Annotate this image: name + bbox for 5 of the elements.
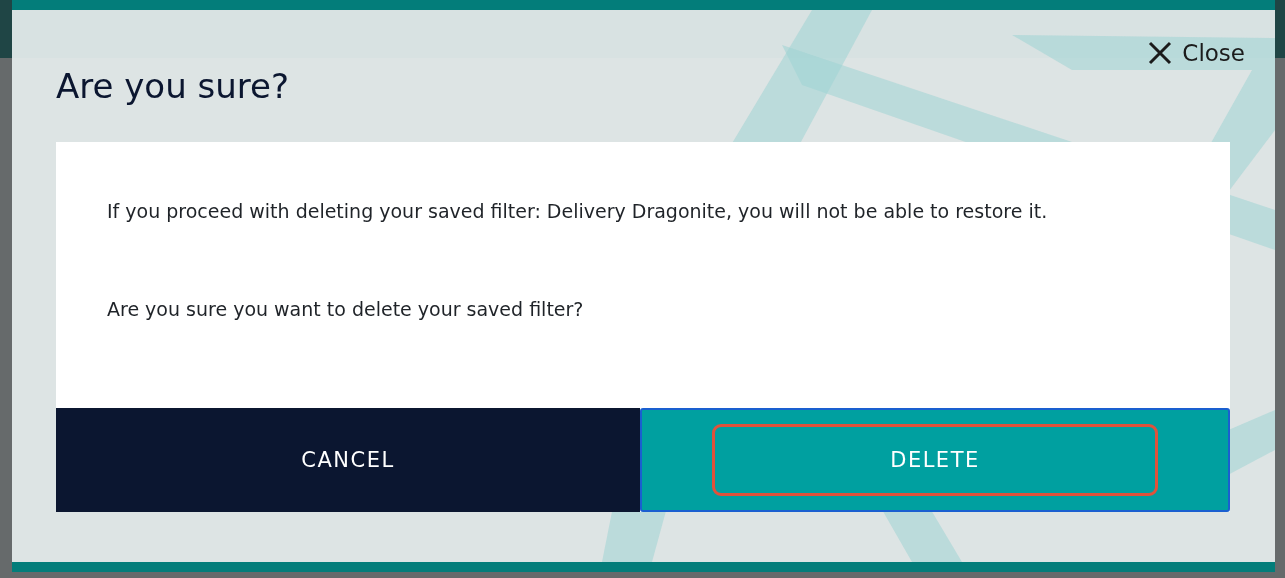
dialog-message: If you proceed with deleting your saved filter: Delivery Dragonite, you will not be able to restore it. bbox=[107, 200, 1049, 222]
dialog-message: Are you sure you want to delete your saved filter? bbox=[107, 298, 585, 320]
close-icon bbox=[1148, 41, 1173, 65]
cancel-button[interactable]: CANCEL bbox=[56, 408, 640, 512]
dialog-title: Are you sure? bbox=[56, 66, 289, 106]
